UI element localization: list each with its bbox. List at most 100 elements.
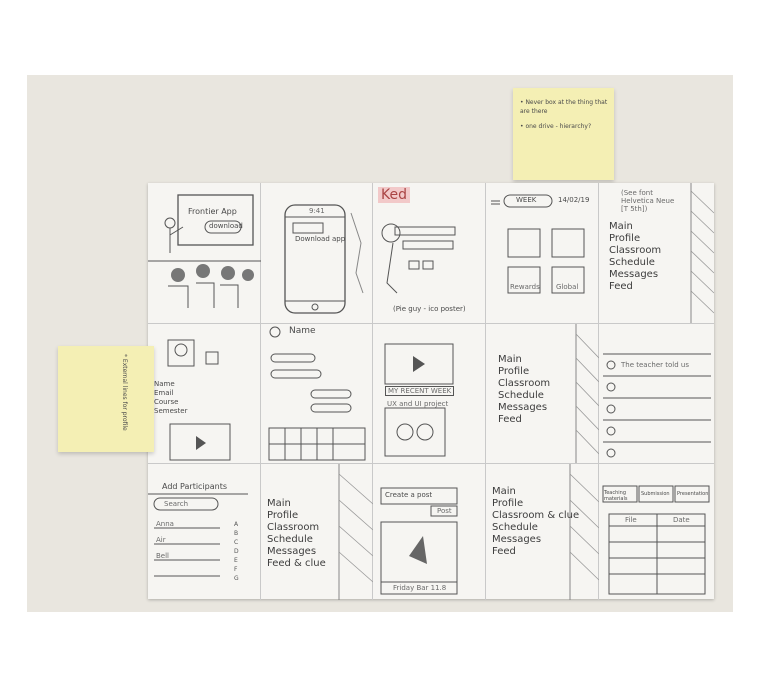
files-tab[interactable]: Submission [641,491,670,497]
phone-download-button: Download app [295,235,346,243]
menu-item[interactable]: Feed [492,546,579,558]
menu-a-list: Main Profile Classroom Schedule Messages… [609,221,661,293]
sketch-side-menu-b: Main Profile Classroom Schedule Messages… [486,324,599,464]
storyboard-sheet: Frontier App download 9:41 Download app [148,183,714,600]
sketch-files: Teaching materials Submission Presentati… [599,464,714,600]
menu-item[interactable]: Profile [492,498,579,510]
profile-field: Name [154,380,175,388]
storyboard-row-1: Frontier App download 9:41 Download app [148,183,714,323]
menu-item[interactable]: Feed [609,281,661,293]
alphabet-letter[interactable]: C [234,538,239,547]
menu-item[interactable]: Main [498,354,550,366]
menu-item[interactable]: Main [267,498,326,510]
sketch-logo-start: Ked (Pie guy - ico poster) [373,183,486,323]
menu-item[interactable]: Main [492,486,579,498]
profile-field: Semester [154,407,188,415]
create-post-drawing [380,487,458,595]
alphabet-letter[interactable]: D [234,547,239,556]
menu-item[interactable]: Schedule [492,522,579,534]
sketch-side-menu-c: Main Profile Classroom Schedule Messages… [261,464,373,600]
create-post-footer: Friday Bar 11.8 [393,584,447,592]
logo-start-drawing [381,223,456,294]
create-post-button[interactable]: Post [437,507,452,515]
form-drawing [268,326,366,461]
menu-item[interactable]: Messages [267,546,326,558]
recent-week-caption: UX and UI project [387,400,449,408]
menu-item[interactable]: Profile [609,233,661,245]
create-post-title: Create a post [385,491,433,499]
sticky-note-top-right: • Never box at the thing that are there … [513,88,614,180]
projector-download-button: download [209,222,243,230]
phone-drawing [284,204,364,314]
notifications-drawing [603,353,711,458]
sketch-form-screen: Name [261,324,373,464]
sketch-add-participants: Add Participants Search Anna Air Bell A … [148,464,261,600]
sketch-recent-week: MY RECENT WEEK UX and UI project [373,324,486,464]
dashboard-tile-rewards: Rewards [510,283,540,291]
menu-d-list: Main Profile Classroom & clue Schedule M… [492,486,579,558]
menu-item[interactable]: Schedule [267,534,326,546]
alphabet-letter[interactable]: E [234,556,239,565]
files-tab[interactable]: Presentation [677,491,708,497]
logo-caption: (Pie guy - ico poster) [393,305,466,313]
sketch-profile-card: Name Email Course Semester [148,324,261,464]
sticky-note-text: * External lines for profile [121,354,128,431]
sticky-note-left: * External lines for profile [58,346,154,452]
menu-item[interactable]: Messages [492,534,579,546]
menu-item[interactable]: Classroom & clue [492,510,579,522]
alphabet-index: A B C D E F G [234,520,239,583]
storyboard-row-2: Name Email Course Semester Name MY RECEN… [148,323,714,464]
menu-item[interactable]: Classroom [498,378,550,390]
sketch-intro-projector: Frontier App download [148,183,261,323]
participant-name[interactable]: Anna [156,520,174,528]
form-title: Name [289,326,316,336]
participant-name[interactable]: Air [156,536,166,544]
alphabet-letter[interactable]: F [234,565,239,574]
recent-week-banner: MY RECENT WEEK [385,386,455,396]
participant-name[interactable]: Bell [156,552,169,560]
menu-item[interactable]: Classroom [267,522,326,534]
menu-item[interactable]: Messages [609,269,661,281]
profile-field: Course [154,398,179,406]
participants-title: Add Participants [162,482,228,491]
menu-b-list: Main Profile Classroom Schedule Messages… [498,354,550,426]
alphabet-letter[interactable]: A [234,520,239,529]
menu-item[interactable]: Feed [498,414,550,426]
sketch-notifications: The teacher told us [599,324,714,464]
sketch-dashboard: WEEK 14/02/19 Rewards Global [486,183,599,323]
files-tab[interactable]: Teaching materials [604,490,636,502]
projector-screen-title: Frontier App [188,207,237,216]
sticky-note-line: • one drive - hierarchy? [520,123,592,130]
dashboard-tile-global: Global [556,283,579,291]
menu-item[interactable]: Classroom [609,245,661,257]
sketch-phone-download: 9:41 Download app [261,183,373,323]
phone-time: 9:41 [309,207,325,215]
profile-field: Email [154,389,174,397]
sketch-side-menu-a: (See font Helvetica Neue [T 5th]) Main P… [599,183,714,323]
dashboard-date: 14/02/19 [558,196,590,204]
sketch-create-post: Create a post Post Friday Bar 11.8 [373,464,486,600]
logo-ked: Ked [378,187,410,203]
alphabet-letter[interactable]: B [234,529,239,538]
notification-row-text: The teacher told us [621,361,690,369]
menu-item[interactable]: Messages [498,402,550,414]
files-column-header: File [625,516,637,524]
menu-item[interactable]: Profile [498,366,550,378]
storyboard-row-3: Add Participants Search Anna Air Bell A … [148,463,714,600]
sticky-note-line: • Never box at the thing that are there [520,99,608,115]
profile-fields: Name Email Course Semester [154,380,187,416]
menu-item[interactable]: Main [609,221,661,233]
dashboard-drawing [491,194,585,294]
menu-item[interactable]: Schedule [498,390,550,402]
files-drawing [602,485,710,595]
menu-c-list: Main Profile Classroom Schedule Messages… [267,498,326,570]
alphabet-letter[interactable]: G [234,574,239,583]
participants-search[interactable]: Search [164,500,188,508]
menu-item[interactable]: Profile [267,510,326,522]
menu-item[interactable]: Feed & clue [267,558,326,570]
sketch-side-menu-d: Main Profile Classroom & clue Schedule M… [486,464,599,600]
projector-drawing [148,194,261,308]
dashboard-week-button: WEEK [516,196,537,204]
menu-a-header: (See font Helvetica Neue [T 5th]) [621,189,675,213]
menu-item[interactable]: Schedule [609,257,661,269]
